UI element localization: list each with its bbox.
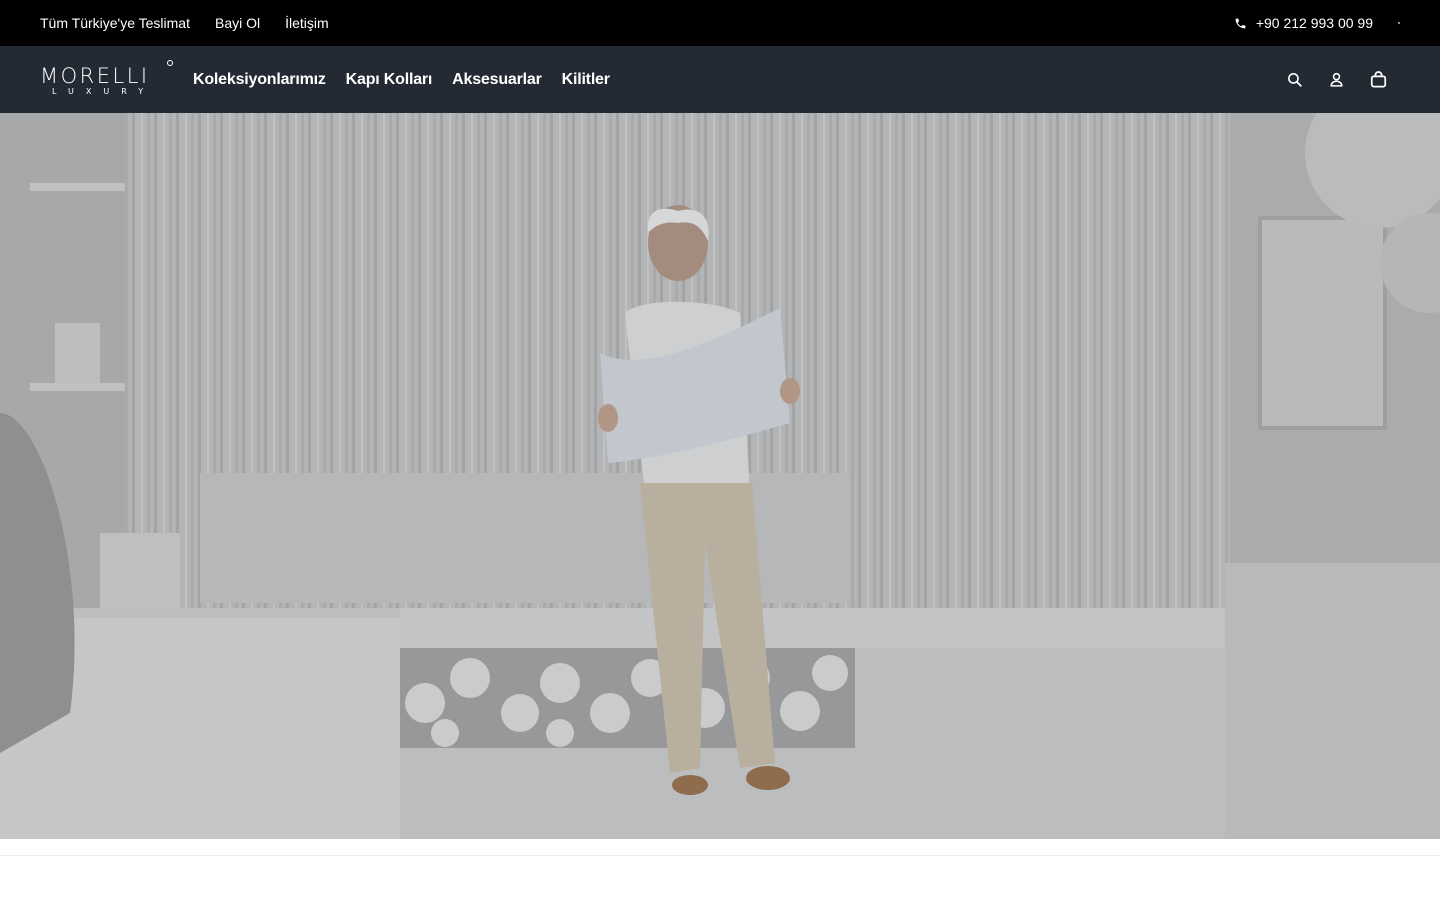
account-button[interactable] — [1326, 70, 1346, 90]
menu-item-locks[interactable]: Kilitler — [562, 71, 610, 89]
decorative-dot — [1398, 22, 1400, 24]
cart-icon — [1370, 71, 1386, 88]
main-menu: Koleksiyonlarımız Kapı Kolları Aksesuarl… — [193, 71, 630, 89]
logo-registered-mark — [167, 59, 173, 66]
delivery-link[interactable]: Tüm Türkiye'ye Teslimat — [40, 15, 190, 31]
phone-number: +90 212 993 00 99 — [1255, 15, 1373, 31]
logo[interactable]: MORELLI LUXURY — [40, 59, 173, 100]
search-icon — [1287, 73, 1302, 87]
main-navbar: MORELLI LUXURY Koleksiyonlarımız Kapı Ko… — [0, 46, 1440, 113]
contact-link[interactable]: İletişim — [285, 15, 329, 31]
menu-item-accessories[interactable]: Aksesuarlar — [452, 71, 542, 89]
search-button[interactable] — [1284, 70, 1304, 90]
phone-link[interactable]: +90 212 993 00 99 — [1234, 15, 1373, 31]
hero-banner — [0, 113, 1440, 839]
dealer-link[interactable]: Bayi Ol — [215, 15, 260, 31]
hero-image — [0, 113, 1440, 839]
top-utility-bar: Tüm Türkiye'ye Teslimat Bayi Ol İletişim… — [0, 0, 1440, 46]
menu-item-door-handles[interactable]: Kapı Kolları — [346, 71, 433, 89]
account-icon — [1329, 72, 1343, 87]
menu-item-collections[interactable]: Koleksiyonlarımız — [193, 71, 326, 89]
phone-icon — [1235, 18, 1246, 28]
cart-button[interactable] — [1368, 70, 1388, 90]
topbar-right: +90 212 993 00 99 — [1234, 15, 1400, 31]
below-hero-section — [0, 839, 1440, 900]
logo-subtext: LUXURY — [52, 86, 156, 96]
logo-text: MORELLI — [40, 63, 150, 88]
header-actions — [1262, 70, 1400, 90]
section-divider — [0, 855, 1440, 856]
utility-links: Tüm Türkiye'ye Teslimat Bayi Ol İletişim — [40, 15, 354, 31]
